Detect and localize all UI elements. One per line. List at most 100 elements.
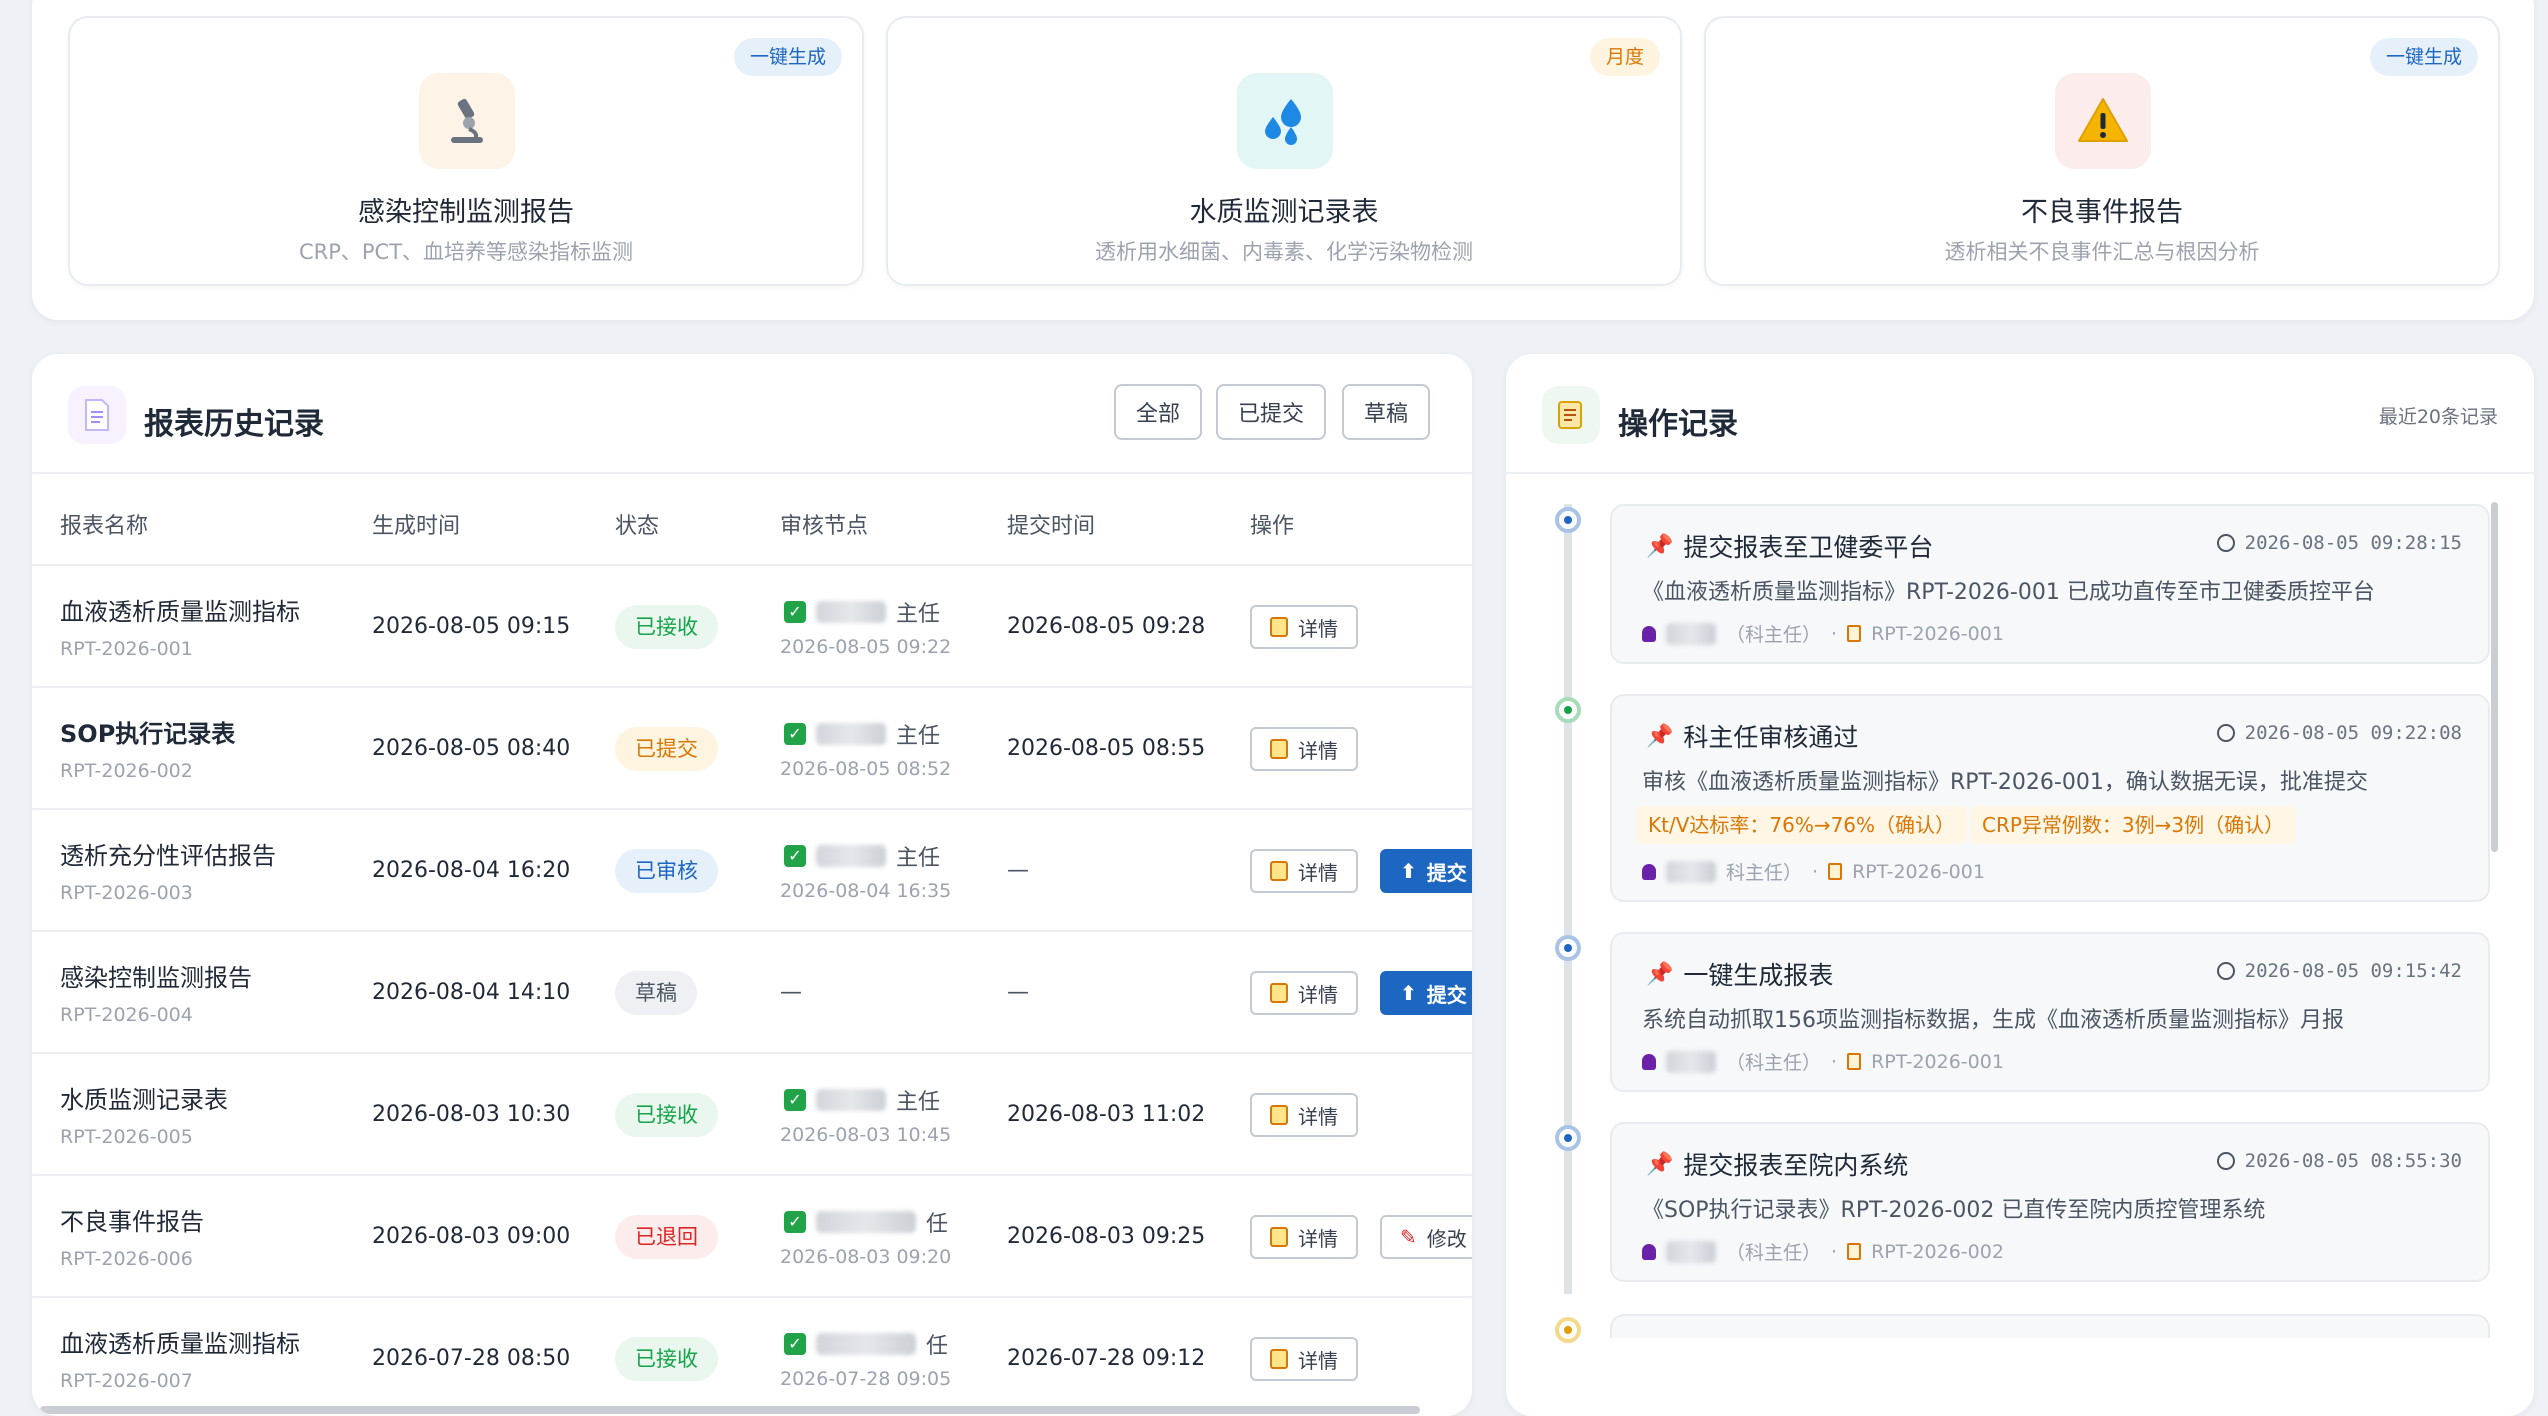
review-time: 2026-08-03 09:20 bbox=[780, 1246, 952, 1268]
filter-submitted-button[interactable]: 已提交 bbox=[1216, 384, 1327, 440]
table-row: 血液透析质量监测指标 RPT-2026-001 2026-08-05 09:15… bbox=[32, 566, 1472, 688]
review-time: 2026-08-03 10:45 bbox=[780, 1124, 952, 1146]
table-row: 感染控制监测报告 RPT-2026-004 2026-08-04 14:10 草… bbox=[32, 932, 1472, 1054]
submit-button[interactable]: ⬆ 提交 bbox=[1380, 971, 1472, 1015]
document-icon bbox=[68, 386, 126, 444]
clock-icon bbox=[2216, 1152, 2235, 1170]
review-time: 2026-08-04 16:35 bbox=[780, 880, 952, 902]
report-name: 感染控制监测报告 bbox=[60, 964, 252, 992]
log-desc: 《SOP执行记录表》RPT-2026-002 已直传至院内质控管理系统 bbox=[1642, 1198, 2266, 1223]
log-title: 📌 提交报表至院内系统 bbox=[1646, 1151, 1909, 1180]
detail-button[interactable]: 详情 bbox=[1250, 605, 1358, 649]
redacted-name bbox=[1666, 1240, 1716, 1263]
person-icon bbox=[1642, 1243, 1656, 1260]
submit-time: — bbox=[1007, 858, 1029, 883]
report-card-infection[interactable]: 一键生成 感染控制监测报告 CRP、PCT、血培养等感染指标监测 bbox=[68, 16, 864, 286]
timeline-dot bbox=[1555, 1125, 1581, 1151]
detail-button[interactable]: 详情 bbox=[1250, 1093, 1358, 1137]
filter-all-button[interactable]: 全部 bbox=[1114, 384, 1203, 440]
status-badge: 已接收 bbox=[615, 605, 718, 649]
log-entry[interactable]: 📌 科主任审核通过 2026-08-05 09:22:08 审核《血液透析质量监测… bbox=[1610, 694, 2490, 902]
scroll-icon bbox=[1542, 386, 1600, 444]
log-entry[interactable]: 📌 提交报表至卫健委平台 2026-08-05 09:28:15 《血液透析质量监… bbox=[1610, 504, 2490, 664]
detail-button[interactable]: 详情 bbox=[1250, 1337, 1358, 1381]
review-time: 2026-08-05 09:22 bbox=[780, 636, 952, 658]
review-node: ✓ 主任 bbox=[784, 718, 940, 750]
table-row: 血液透析质量监测指标 RPT-2026-007 2026-07-28 08:50… bbox=[32, 1298, 1472, 1416]
gen-time: 2026-08-04 16:20 bbox=[372, 858, 571, 883]
report-card-water[interactable]: 月度 水质监测记录表 透析用水细菌、内毒素、化学污染物检测 bbox=[886, 16, 1682, 286]
reviewer-role: 任 bbox=[926, 1334, 949, 1359]
submit-button[interactable]: ⬆ 提交 bbox=[1380, 849, 1472, 893]
document-icon bbox=[1847, 625, 1862, 642]
clock-icon bbox=[2216, 724, 2235, 742]
edit-label: 修改 bbox=[1426, 1226, 1467, 1251]
check-icon: ✓ bbox=[784, 723, 806, 745]
clipboard-icon bbox=[1270, 617, 1288, 637]
person-icon bbox=[1642, 625, 1656, 642]
detail-button[interactable]: 详情 bbox=[1250, 971, 1358, 1015]
check-icon: ✓ bbox=[784, 845, 806, 867]
log-title: 📌 科主任审核通过 bbox=[1646, 723, 1859, 752]
vertical-scrollbar[interactable] bbox=[2491, 502, 2498, 852]
check-icon: ✓ bbox=[784, 1089, 806, 1111]
report-type-section: 一键生成 感染控制监测报告 CRP、PCT、血培养等感染指标监测 月度 水质监测… bbox=[32, 0, 2534, 320]
detail-button[interactable]: 详情 bbox=[1250, 1215, 1358, 1259]
log-time: 2026-08-05 09:28:15 bbox=[2216, 532, 2462, 554]
col-name: 报表名称 bbox=[60, 514, 149, 539]
log-time: 2026-08-05 09:22:08 bbox=[2216, 722, 2462, 744]
edit-button[interactable]: ✎ 修改 bbox=[1380, 1215, 1472, 1259]
detail-button[interactable]: 详情 bbox=[1250, 849, 1358, 893]
document-icon bbox=[1847, 1053, 1862, 1070]
detail-button[interactable]: 详情 bbox=[1250, 727, 1358, 771]
filter-draft-button[interactable]: 草稿 bbox=[1342, 384, 1431, 440]
timeline-dot bbox=[1555, 507, 1581, 533]
history-title: 报表历史记录 bbox=[144, 407, 324, 442]
change-tag: CRP异常例数：3例→3例（确认） bbox=[1970, 806, 2297, 844]
log-title: 📌 一键生成报表 bbox=[1646, 961, 1834, 990]
log-entry[interactable]: 📌 一键生成报表 2026-08-05 09:15:42 系统自动抓取156项监测… bbox=[1610, 932, 2490, 1092]
person-icon bbox=[1642, 863, 1656, 880]
detail-label: 详情 bbox=[1298, 1226, 1338, 1251]
pin-icon: 📌 bbox=[1646, 961, 1674, 987]
horizontal-scrollbar[interactable] bbox=[40, 1406, 1420, 1414]
report-id: RPT-2026-004 bbox=[60, 1004, 193, 1026]
gen-time: 2026-07-28 08:50 bbox=[372, 1346, 571, 1371]
check-icon: ✓ bbox=[784, 1333, 806, 1355]
log-desc: 审核《血液透析质量监测指标》RPT-2026-001，确认数据无误，批准提交 bbox=[1642, 770, 2368, 795]
operation-log-panel: 操作记录 最近20条记录 📌 提交报表至卫健委平台 2026-08-05 09:2… bbox=[1506, 354, 2534, 1416]
review-node: — bbox=[780, 980, 802, 1005]
review-node: ✓ 主任 bbox=[784, 596, 940, 628]
report-id: RPT-2026-006 bbox=[60, 1248, 193, 1270]
log-entry[interactable] bbox=[1610, 1314, 2490, 1338]
upload-icon: ⬆ bbox=[1400, 981, 1417, 1005]
report-card-subtitle: CRP、PCT、血培养等感染指标监测 bbox=[298, 240, 634, 264]
table-row: SOP执行记录表 RPT-2026-002 2026-08-05 08:40 已… bbox=[32, 688, 1472, 810]
water-drops-icon bbox=[1237, 73, 1333, 169]
redacted-name bbox=[816, 1333, 916, 1355]
submit-time: 2026-08-03 09:25 bbox=[1007, 1224, 1206, 1249]
clipboard-icon bbox=[1270, 739, 1288, 759]
report-card-subtitle: 透析用水细菌、内毒素、化学污染物检测 bbox=[1095, 240, 1473, 264]
submit-time: 2026-07-28 09:12 bbox=[1007, 1346, 1206, 1371]
log-meta: （科主任） · RPT-2026-001 bbox=[1642, 620, 2004, 647]
log-entry[interactable]: 📌 提交报表至院内系统 2026-08-05 08:55:30 《SOP执行记录表… bbox=[1610, 1122, 2490, 1282]
document-icon bbox=[1847, 1243, 1862, 1260]
gen-time: 2026-08-05 09:15 bbox=[372, 614, 571, 639]
report-name: 透析充分性评估报告 bbox=[60, 842, 276, 870]
report-name: 血液透析质量监测指标 bbox=[60, 598, 300, 626]
upload-icon: ⬆ bbox=[1400, 859, 1417, 883]
report-card-badge: 月度 bbox=[1589, 38, 1660, 76]
report-card-adverse[interactable]: 一键生成 不良事件报告 透析相关不良事件汇总与根因分析 bbox=[1704, 16, 2500, 286]
person-icon bbox=[1642, 1053, 1656, 1070]
submit-time: 2026-08-05 09:28 bbox=[1007, 614, 1206, 639]
clipboard-icon bbox=[1270, 1227, 1288, 1247]
review-time: 2026-07-28 09:05 bbox=[780, 1368, 952, 1390]
report-card-badge: 一键生成 bbox=[2369, 38, 2478, 76]
history-table-header: 报表名称 生成时间 状态 审核节点 提交时间 操作 bbox=[32, 472, 1472, 566]
report-id: RPT-2026-001 bbox=[60, 638, 193, 660]
check-icon: ✓ bbox=[784, 601, 806, 623]
report-card-badge: 一键生成 bbox=[733, 38, 842, 76]
log-time: 2026-08-05 08:55:30 bbox=[2216, 1150, 2462, 1172]
reviewer-role: 主任 bbox=[896, 846, 941, 871]
